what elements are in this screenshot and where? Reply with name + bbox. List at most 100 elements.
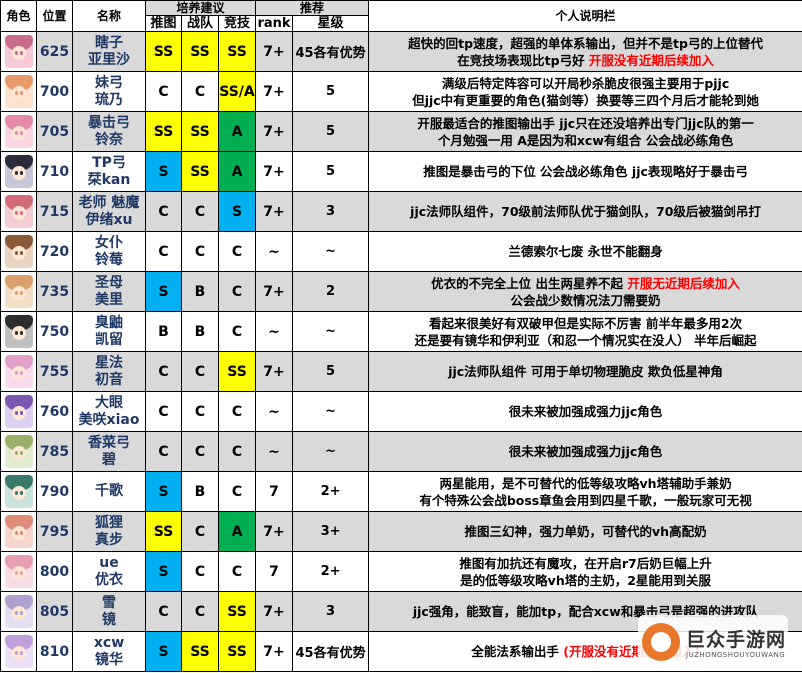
note-text: 全能法系输出手 — [471, 644, 564, 659]
rank-cell: 7+ — [255, 151, 294, 192]
star-cell: 5 — [292, 111, 370, 152]
position-cell: 735 — [36, 271, 73, 312]
note-text: 公会战少数情况法刀需要奶 — [510, 292, 661, 308]
name-line: 老师 魅魔 — [78, 194, 140, 211]
name-cell: 大眼 美咲xiao — [72, 391, 146, 432]
battle-grade-cell: SS — [181, 31, 219, 72]
battle-grade-cell: SS — [181, 631, 219, 672]
position-cell: 705 — [36, 111, 73, 152]
star-cell: 5 — [292, 151, 370, 192]
star-cell: 45各有优势 — [292, 631, 370, 672]
rank-cell: ~ — [255, 231, 294, 272]
character-avatar-icon — [4, 315, 33, 348]
table-row: 705 暴击弓 铃奈 SS SS A 7+ 5 开服最适合的推图输出手 jjc只在还没培养出专门… — [0, 111, 802, 152]
push-grade-cell: S — [145, 151, 182, 192]
name-line: xcw — [93, 634, 125, 651]
arena-grade-cell: A — [217, 111, 257, 152]
star-cell: 5 — [292, 71, 370, 112]
table-row: 795 狐狸 真步 SS C A 7+ 3+ 推图三幻神，强力单奶，可替代的vh高配奶 — [0, 511, 802, 552]
name-cell: xcw 镜华 — [72, 631, 146, 672]
character-avatar-icon — [4, 435, 33, 468]
push-grade-cell: C — [145, 191, 182, 232]
notes-cell: 优衣的不完全上位 出生两星养不起 开服无近期后续加入 公会战少数情况法刀需要奶 — [368, 271, 802, 312]
note-text: jjc法师队组件，70级前法师队优于猫剑队，70级后被猫剑吊打 — [410, 204, 761, 219]
position-cell: 625 — [36, 31, 73, 72]
position-cell: 750 — [36, 311, 73, 352]
notes-line: 兰德索尔七废 永世不能翻身 — [370, 243, 802, 260]
position-cell: 710 — [36, 151, 73, 192]
table-row: 700 妹弓 琉乃 C C SS/A 7+ 5 满级后特定阵容可以开局秒杀脆皮很强主要用于pjj… — [0, 71, 802, 112]
note-text: 推图是暴击弓的下位 公会战必练角色 jjc表现略好于暴击弓 — [423, 164, 748, 179]
avatar-cell — [0, 191, 37, 232]
note-text: 很未来被加强成强力jjc角色 — [508, 444, 663, 459]
header-notes: 个人说明栏 — [368, 0, 802, 32]
notes-cell: 推图有加抗还有魔攻，在开启r7后奶巨幅上升 是的低等级攻略vh塔的主奶，2星能用到… — [368, 551, 802, 592]
character-avatar-icon — [4, 275, 33, 308]
star-cell: 2+ — [292, 471, 370, 512]
notes-cell: jjc法师队组件，70级前法师队优于猫剑队，70级后被猫剑吊打 — [368, 191, 802, 232]
push-grade-cell: S — [145, 471, 182, 512]
push-grade-cell: SS — [145, 31, 182, 72]
note-text: 兰德索尔七废 永世不能翻身 — [508, 244, 663, 259]
character-avatar-icon — [4, 35, 33, 68]
push-grade-cell: S — [145, 631, 182, 672]
notes-cell: 超快的回tp速度，超强的单体系输出，但并不是tp弓的上位替代 在竞技场表现比tp弓… — [368, 31, 802, 72]
character-avatar-icon — [4, 595, 33, 628]
table-row: 625 瞎子 亚里沙 SS SS SS 7+ 45各有优势 超快的回tp速度，超强的单体系输出，… — [0, 31, 802, 72]
rank-cell: 7 — [255, 551, 294, 592]
name-cell: TP弓 栞kan — [72, 151, 146, 192]
name-line: 亚里沙 — [88, 51, 130, 68]
arena-grade-cell: SS/A — [217, 71, 257, 112]
battle-grade-cell: B — [181, 471, 219, 512]
push-grade-cell: C — [145, 71, 182, 112]
watermark-title: 巨众手游网 — [686, 629, 787, 651]
name-line: 凯留 — [95, 331, 123, 348]
name-line: 臭鼬 — [95, 314, 123, 331]
name-line: 大眼 — [95, 394, 123, 411]
note-text: 在竞技场表现比tp弓好 — [457, 52, 589, 68]
note-text: 有个特殊公会战boss章鱼会用到四星千歌，一般玩家可无视 — [419, 492, 752, 508]
highlight-note: 开服没有近期后续加入 — [588, 52, 714, 68]
push-grade-cell: C — [145, 591, 182, 632]
rank-cell: 7+ — [255, 351, 294, 392]
character-avatar-icon — [4, 515, 33, 548]
position-cell: 810 — [36, 631, 73, 672]
avatar-cell — [0, 231, 37, 272]
avatar-cell — [0, 31, 37, 72]
name-line: TP弓 — [92, 154, 126, 171]
name-line: 狐狸 — [95, 514, 123, 531]
battle-grade-cell: C — [181, 511, 219, 552]
character-avatar-icon — [4, 235, 33, 268]
note-text: 满级后特定阵容可以开局秒杀脆皮很强主要用于pjjc — [441, 75, 730, 91]
star-cell: 2 — [292, 271, 370, 312]
battle-grade-cell: C — [181, 551, 219, 592]
battle-grade-cell: B — [181, 311, 219, 352]
name-cell: 千歌 — [72, 471, 146, 512]
notes-line: 开服最适合的推图输出手 jjc只在还没培养出专门jjc队的第一 — [370, 115, 802, 132]
rank-cell: 7 — [255, 471, 294, 512]
note-text: 开服最适合的推图输出手 jjc只在还没培养出专门jjc队的第一 — [417, 115, 754, 131]
name-cell: 星法 初音 — [72, 351, 146, 392]
star-cell: 3 — [292, 191, 370, 232]
star-cell: ~ — [292, 431, 370, 472]
name-line: 美咲xiao — [78, 411, 140, 428]
name-line: 初音 — [95, 371, 123, 388]
note-text: 还是要有镜华和伊利亚（和忍一个情况实在没人） 半年后崛起 — [414, 332, 757, 348]
notes-cell: 看起来很美好有双破甲但是实际不厉害 前半年最多用2次 还是要有镜华和伊利亚（和忍一… — [368, 311, 802, 352]
note-text: jjc法师队组件 可用于单切物理脆皮 欺负低星神角 — [448, 364, 723, 379]
notes-line: 很未来被加强成强力jjc角色 — [370, 403, 802, 420]
position-cell: 805 — [36, 591, 73, 632]
battle-grade-cell: C — [181, 351, 219, 392]
notes-cell: 开服最适合的推图输出手 jjc只在还没培养出专门jjc队的第一 个月勉强一用 A是… — [368, 111, 802, 152]
character-avatar-icon — [4, 75, 33, 108]
notes-cell: 很未来被加强成强力jjc角色 — [368, 391, 802, 432]
table-row: 755 星法 初音 C C SS 7+ 5 jjc法师队组件 可用于单切物理脆皮 欺负低星神角 — [0, 351, 802, 392]
avatar-cell — [0, 111, 37, 152]
arena-grade-cell: S — [217, 191, 257, 232]
notes-line: 推图三幻神，强力单奶，可替代的vh高配奶 — [370, 523, 802, 540]
name-line: 真步 — [95, 531, 123, 548]
table-row: 710 TP弓 栞kan S SS A 7+ 5 推图是暴击弓的下位 公会战必练角色 jjc表现… — [0, 151, 802, 192]
avatar-cell — [0, 631, 37, 672]
battle-grade-cell: C — [181, 431, 219, 472]
arena-grade-cell: C — [217, 551, 257, 592]
